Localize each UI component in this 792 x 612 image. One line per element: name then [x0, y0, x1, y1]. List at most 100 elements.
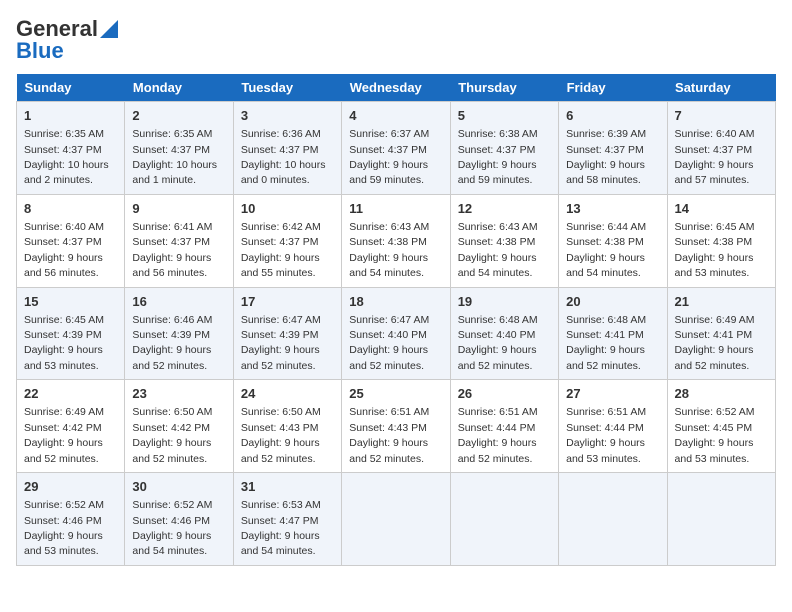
col-header-wednesday: Wednesday: [342, 74, 450, 102]
sunset-info: Sunset: 4:40 PM: [458, 329, 536, 341]
sunset-info: Sunset: 4:38 PM: [675, 236, 753, 248]
logo-icon: [100, 20, 118, 38]
calendar-cell: 9Sunrise: 6:41 AMSunset: 4:37 PMDaylight…: [125, 194, 233, 287]
daylight-label: Daylight: 9 hours and 54 minutes.: [132, 530, 211, 557]
calendar-cell: 31Sunrise: 6:53 AMSunset: 4:47 PMDayligh…: [233, 473, 341, 566]
calendar-cell: 3Sunrise: 6:36 AMSunset: 4:37 PMDaylight…: [233, 102, 341, 195]
sunset-info: Sunset: 4:37 PM: [132, 236, 210, 248]
calendar-cell: 28Sunrise: 6:52 AMSunset: 4:45 PMDayligh…: [667, 380, 775, 473]
sunrise-info: Sunrise: 6:50 AM: [132, 406, 212, 418]
daylight-label: Daylight: 9 hours and 52 minutes.: [458, 344, 537, 371]
sunrise-info: Sunrise: 6:52 AM: [675, 406, 755, 418]
calendar-cell: 16Sunrise: 6:46 AMSunset: 4:39 PMDayligh…: [125, 287, 233, 380]
sunset-info: Sunset: 4:37 PM: [675, 144, 753, 156]
daylight-label: Daylight: 9 hours and 53 minutes.: [675, 437, 754, 464]
calendar-cell: [450, 473, 558, 566]
sunset-info: Sunset: 4:37 PM: [132, 144, 210, 156]
day-number: 2: [132, 107, 225, 125]
daylight-label: Daylight: 9 hours and 54 minutes.: [566, 252, 645, 279]
sunrise-info: Sunrise: 6:51 AM: [458, 406, 538, 418]
daylight-label: Daylight: 9 hours and 52 minutes.: [132, 437, 211, 464]
sunrise-info: Sunrise: 6:36 AM: [241, 128, 321, 140]
daylight-label: Daylight: 9 hours and 52 minutes.: [349, 344, 428, 371]
day-number: 17: [241, 293, 334, 311]
daylight-label: Daylight: 9 hours and 52 minutes.: [675, 344, 754, 371]
sunset-info: Sunset: 4:37 PM: [458, 144, 536, 156]
sunrise-info: Sunrise: 6:40 AM: [24, 221, 104, 233]
sunrise-info: Sunrise: 6:50 AM: [241, 406, 321, 418]
col-header-tuesday: Tuesday: [233, 74, 341, 102]
calendar-cell: 11Sunrise: 6:43 AMSunset: 4:38 PMDayligh…: [342, 194, 450, 287]
calendar-cell: 23Sunrise: 6:50 AMSunset: 4:42 PMDayligh…: [125, 380, 233, 473]
calendar-week-2: 8 Sunrise: 6:40 AM Sunset: 4:37 PM Daylight…: [17, 194, 776, 287]
day-number: 22: [24, 385, 117, 403]
sunset-info: Sunset: 4:37 PM: [24, 236, 102, 248]
sunrise-info: Sunrise: 6:51 AM: [566, 406, 646, 418]
sunset-info: Sunset: 4:46 PM: [132, 515, 210, 527]
col-header-friday: Friday: [559, 74, 667, 102]
day-number: 19: [458, 293, 551, 311]
calendar-cell: 5Sunrise: 6:38 AMSunset: 4:37 PMDaylight…: [450, 102, 558, 195]
daylight-label: Daylight: 9 hours and 56 minutes.: [24, 252, 103, 279]
daylight-label: Daylight: 10 hours and 0 minutes.: [241, 159, 326, 186]
sunrise-info: Sunrise: 6:35 AM: [132, 128, 212, 140]
calendar-cell: 15Sunrise: 6:45 AMSunset: 4:39 PMDayligh…: [17, 287, 125, 380]
sunrise-info: Sunrise: 6:49 AM: [675, 314, 755, 326]
sunset-info: Sunset: 4:38 PM: [566, 236, 644, 248]
sunrise-info: Sunrise: 6:51 AM: [349, 406, 429, 418]
daylight-label: Daylight: 9 hours and 53 minutes.: [675, 252, 754, 279]
calendar-cell: 10Sunrise: 6:42 AMSunset: 4:37 PMDayligh…: [233, 194, 341, 287]
sunrise-info: Sunrise: 6:41 AM: [132, 221, 212, 233]
calendar-cell: 17Sunrise: 6:47 AMSunset: 4:39 PMDayligh…: [233, 287, 341, 380]
sunrise-info: Sunrise: 6:48 AM: [458, 314, 538, 326]
sunset-info: Sunset: 4:43 PM: [241, 422, 319, 434]
sunset-info: Sunset: 4:39 PM: [132, 329, 210, 341]
calendar-cell: [667, 473, 775, 566]
daylight-label: Daylight: 9 hours and 53 minutes.: [566, 437, 645, 464]
sunrise-info: Sunrise: 6:45 AM: [675, 221, 755, 233]
sunset-info: Sunset: 4:38 PM: [349, 236, 427, 248]
day-number: 13: [566, 200, 659, 218]
calendar-cell: 1Sunrise: 6:35 AMSunset: 4:37 PMDaylight…: [17, 102, 125, 195]
day-number: 24: [241, 385, 334, 403]
daylight-label: Daylight: 9 hours and 52 minutes.: [458, 437, 537, 464]
calendar-week-5: 29Sunrise: 6:52 AMSunset: 4:46 PMDayligh…: [17, 473, 776, 566]
calendar-cell: 4Sunrise: 6:37 AMSunset: 4:37 PMDaylight…: [342, 102, 450, 195]
day-number: 12: [458, 200, 551, 218]
sunrise-info: Sunrise: 6:47 AM: [241, 314, 321, 326]
logo-text-blue: Blue: [16, 38, 64, 64]
calendar-cell: [342, 473, 450, 566]
sunrise-info: Sunrise: 6:53 AM: [241, 499, 321, 511]
day-number: 9: [132, 200, 225, 218]
calendar-cell: 13Sunrise: 6:44 AMSunset: 4:38 PMDayligh…: [559, 194, 667, 287]
col-header-saturday: Saturday: [667, 74, 775, 102]
sunset-info: Sunset: 4:46 PM: [24, 515, 102, 527]
sunset-info: Sunset: 4:43 PM: [349, 422, 427, 434]
sunrise-info: Sunrise: 6:47 AM: [349, 314, 429, 326]
sunrise-info: Sunrise: 6:39 AM: [566, 128, 646, 140]
day-number: 7: [675, 107, 768, 125]
daylight-label: Daylight: 9 hours and 54 minutes.: [241, 530, 320, 557]
sunrise-info: Sunrise: 6:40 AM: [675, 128, 755, 140]
day-number: 10: [241, 200, 334, 218]
daylight-label: Daylight: 9 hours and 53 minutes.: [24, 344, 103, 371]
calendar-cell: 6Sunrise: 6:39 AMSunset: 4:37 PMDaylight…: [559, 102, 667, 195]
col-header-monday: Monday: [125, 74, 233, 102]
day-number: 14: [675, 200, 768, 218]
sunrise-info: Sunrise: 6:37 AM: [349, 128, 429, 140]
calendar-week-3: 15Sunrise: 6:45 AMSunset: 4:39 PMDayligh…: [17, 287, 776, 380]
daylight-label: Daylight: 9 hours and 54 minutes.: [458, 252, 537, 279]
calendar-cell: 27Sunrise: 6:51 AMSunset: 4:44 PMDayligh…: [559, 380, 667, 473]
calendar-cell: [559, 473, 667, 566]
sunrise-info: Sunrise: 6:38 AM: [458, 128, 538, 140]
day-number: 8: [24, 200, 117, 218]
sunrise-info: Sunrise: 6:48 AM: [566, 314, 646, 326]
sunset-info: Sunset: 4:40 PM: [349, 329, 427, 341]
daylight-label: Daylight: 9 hours and 52 minutes.: [566, 344, 645, 371]
daylight-label: Daylight: 9 hours and 59 minutes.: [349, 159, 428, 186]
daylight-label: Daylight: 9 hours and 57 minutes.: [675, 159, 754, 186]
daylight-label: Daylight: 9 hours and 53 minutes.: [24, 530, 103, 557]
calendar-cell: 2Sunrise: 6:35 AMSunset: 4:37 PMDaylight…: [125, 102, 233, 195]
sunset-info: Sunset: 4:44 PM: [566, 422, 644, 434]
sunset-info: Sunset: 4:37 PM: [241, 144, 319, 156]
